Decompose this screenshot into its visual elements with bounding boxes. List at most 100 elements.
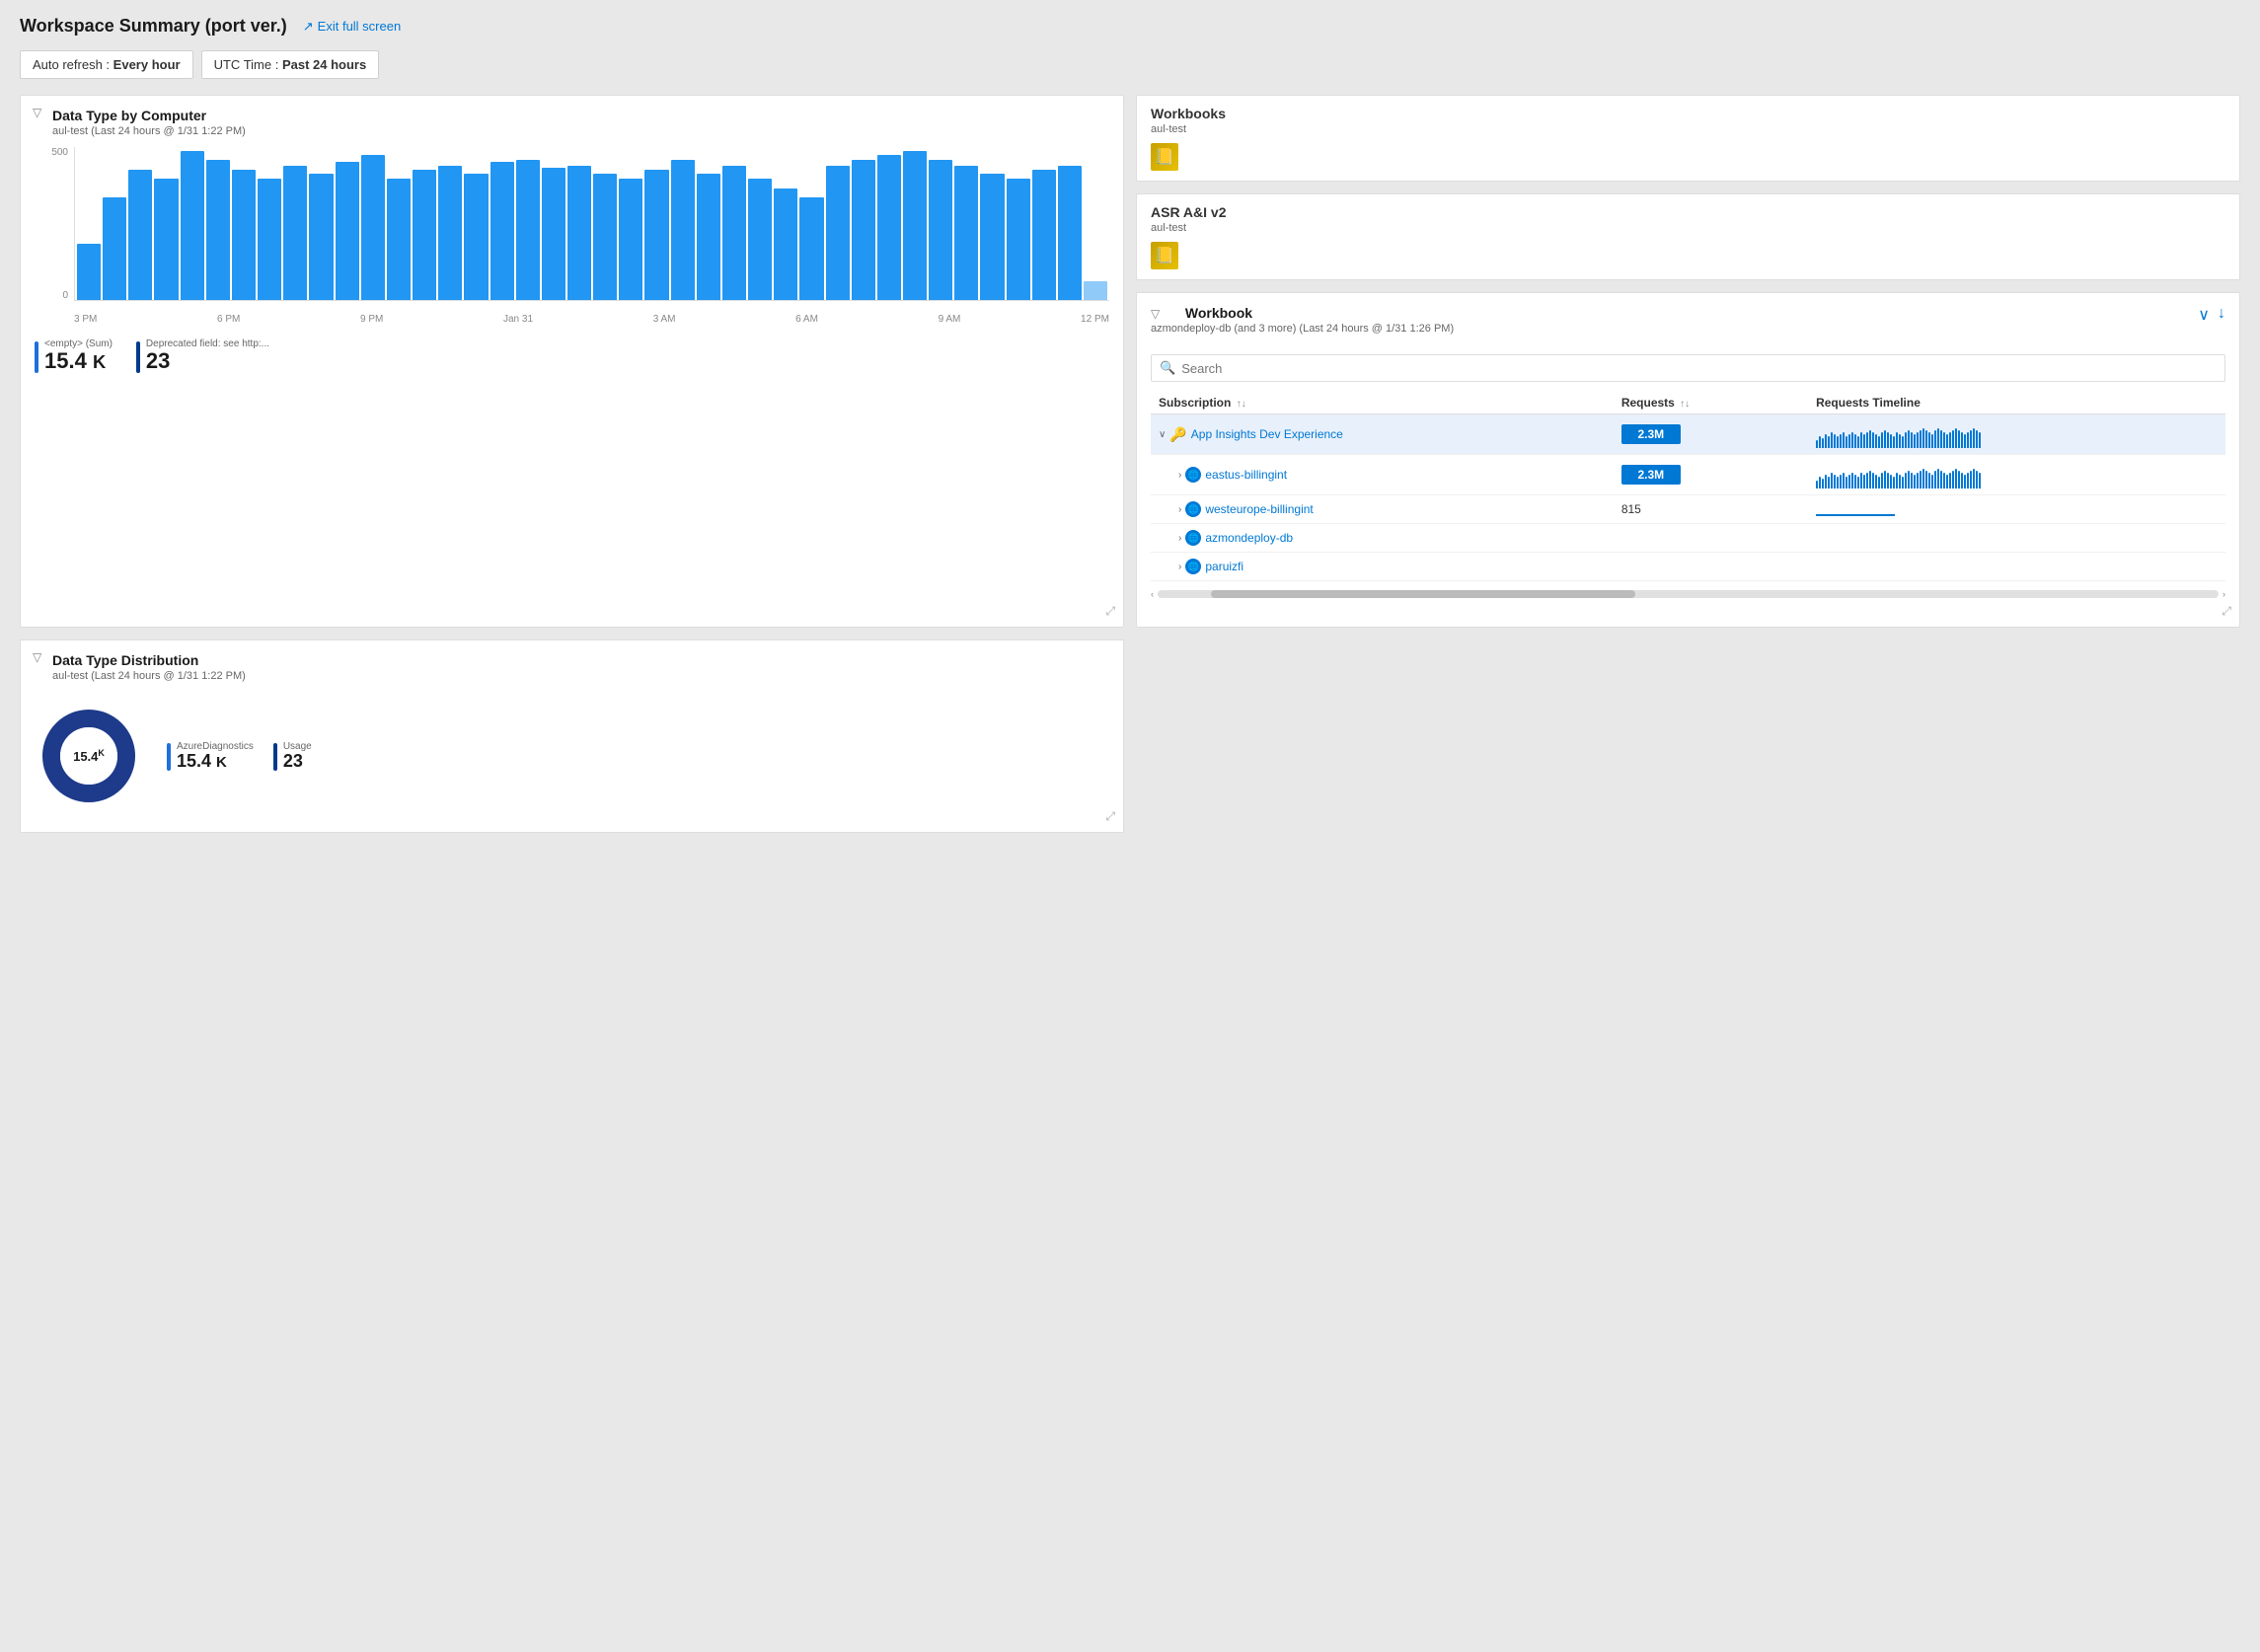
globe-icon: 🌐 xyxy=(1185,501,1201,517)
globe-icon: 🌐 xyxy=(1185,559,1201,574)
bar-0 xyxy=(77,244,101,300)
distribution-corner-icon[interactable]: ⤢ xyxy=(1105,809,1115,824)
globe-icon: 🌐 xyxy=(1185,467,1201,483)
workbook-icon-1[interactable]: 📒 xyxy=(1151,143,1178,171)
data-type-distribution-panel: ▽ Data Type Distribution aul-test (Last … xyxy=(20,639,1124,833)
fullscreen-icon: ↗ xyxy=(303,19,314,35)
panel-title-data-type-computer: Data Type by Computer xyxy=(52,108,1109,123)
exit-fullscreen-button[interactable]: ↗ Exit full screen xyxy=(303,19,401,35)
bar-20 xyxy=(593,174,617,300)
donut-legend-item-1: Usage 23 xyxy=(273,741,312,772)
sub-name[interactable]: eastus-billingint xyxy=(1205,468,1287,482)
workbook-table: Subscription ↑↓ Requests ↑↓ Requests Tim… xyxy=(1151,392,2225,581)
scrollbar-thumb xyxy=(1211,590,1635,598)
requests-cell: 2.3M xyxy=(1614,455,1808,495)
col-requests[interactable]: Requests ↑↓ xyxy=(1614,392,1808,414)
donut-legend: AzureDiagnostics 15.4 K Usage 23 xyxy=(167,741,312,772)
corner-expand-icon[interactable]: ⤢ xyxy=(1105,604,1115,619)
timeline-cell xyxy=(1808,414,2225,455)
expand-icon[interactable]: › xyxy=(1178,533,1181,544)
bar-6 xyxy=(232,170,256,300)
bar-31 xyxy=(877,155,901,300)
bar-33 xyxy=(929,160,952,300)
bar-28 xyxy=(799,197,823,300)
subscription-cell[interactable]: › 🌐 azmondeploy-db xyxy=(1151,524,1614,553)
workbook-table-body: ∨ 🔑 App Insights Dev Experience 2.3M › 🌐… xyxy=(1151,414,2225,581)
sub-name[interactable]: paruizfi xyxy=(1205,560,1243,573)
bar-7 xyxy=(258,179,281,300)
workbook-filter-icon: ▽ xyxy=(1151,307,1160,321)
bar-8 xyxy=(283,166,307,300)
chart-legend: <empty> (Sum) 15.4 K Deprecated field: s… xyxy=(35,333,1109,373)
utc-time-button[interactable]: UTC Time : Past 24 hours xyxy=(201,50,380,79)
filter-icon-dist: ▽ xyxy=(33,650,41,664)
bar-25 xyxy=(722,166,746,300)
legend-color-0 xyxy=(35,341,38,373)
expand-icon[interactable]: › xyxy=(1178,562,1181,572)
bar-23 xyxy=(671,160,695,300)
scroll-right-arrow[interactable]: › xyxy=(2222,589,2225,599)
table-row: › 🌐 azmondeploy-db xyxy=(1151,524,2225,553)
workbooks-title: Workbooks xyxy=(1151,106,2225,121)
bar-24 xyxy=(697,174,720,300)
bar-4 xyxy=(181,151,204,300)
workbook-actions: ∨ ↓ xyxy=(2198,305,2225,325)
asr-subtitle: aul-test xyxy=(1151,222,2225,234)
col-requests-timeline: Requests Timeline xyxy=(1808,392,2225,414)
legend-item-1: Deprecated field: see http:... 23 xyxy=(136,338,269,373)
bar-26 xyxy=(748,179,772,300)
bar-29 xyxy=(826,166,850,300)
bar-19 xyxy=(567,166,591,300)
subscription-cell[interactable]: › 🌐 eastus-billingint xyxy=(1151,455,1614,495)
expand-icon[interactable]: › xyxy=(1178,504,1181,515)
bar-13 xyxy=(413,170,436,300)
timeline-cell xyxy=(1808,455,2225,495)
search-box[interactable]: 🔍 xyxy=(1151,354,2225,382)
requests-cell: 815 xyxy=(1614,495,1808,524)
download-icon[interactable]: ↓ xyxy=(2218,305,2225,325)
workbook-icon-2[interactable]: 📒 xyxy=(1151,242,1178,269)
data-type-by-computer-panel: ▽ Data Type by Computer aul-test (Last 2… xyxy=(20,95,1124,628)
legend-color-1 xyxy=(136,341,140,373)
sub-name[interactable]: azmondeploy-db xyxy=(1205,531,1293,545)
bar-30 xyxy=(852,160,875,300)
search-icon: 🔍 xyxy=(1160,360,1175,376)
requests-cell xyxy=(1614,524,1808,553)
table-row: › 🌐 eastus-billingint 2.3M xyxy=(1151,455,2225,495)
subscription-cell[interactable]: › 🌐 westeurope-billingint xyxy=(1151,495,1614,524)
requests-badge: 2.3M xyxy=(1621,465,1681,485)
col-subscription[interactable]: Subscription ↑↓ xyxy=(1151,392,1614,414)
expand-icon[interactable]: › xyxy=(1178,470,1181,481)
bar-15 xyxy=(464,174,488,300)
sub-name[interactable]: westeurope-billingint xyxy=(1205,502,1313,516)
timeline-cell xyxy=(1808,524,2225,553)
auto-refresh-button[interactable]: Auto refresh : Every hour xyxy=(20,50,193,79)
subscription-cell[interactable]: ∨ 🔑 App Insights Dev Experience xyxy=(1151,414,1614,455)
workbook-corner-icon[interactable]: ⤢ xyxy=(2222,604,2231,619)
bar-chart: 500 0 3 PM 6 PM 9 PM Jan 31 3 AM 6 AM 9 … xyxy=(35,147,1109,325)
workbooks-subtitle: aul-test xyxy=(1151,123,2225,135)
donut-chart: 15.4K xyxy=(35,702,143,810)
horizontal-scrollbar[interactable]: ‹ › xyxy=(1151,587,2225,601)
bar-17 xyxy=(516,160,540,300)
workbook-large-title: Workbook xyxy=(1185,305,1252,321)
scroll-left-arrow[interactable]: ‹ xyxy=(1151,589,1154,599)
table-row: ∨ 🔑 App Insights Dev Experience 2.3M xyxy=(1151,414,2225,455)
table-row: › 🌐 westeurope-billingint 815 xyxy=(1151,495,2225,524)
bar-16 xyxy=(490,162,514,300)
bar-2 xyxy=(128,170,152,300)
distribution-title: Data Type Distribution xyxy=(52,652,1109,668)
workbook-header: ▽ Workbook azmondeploy-db (and 3 more) (… xyxy=(1151,305,2225,344)
expand-icon[interactable]: ∨ xyxy=(1159,429,1166,440)
sub-name[interactable]: App Insights Dev Experience xyxy=(1191,427,1343,441)
bar-35 xyxy=(980,174,1004,300)
collapse-icon[interactable]: ∨ xyxy=(2198,305,2210,325)
bar-21 xyxy=(619,179,642,300)
bar-3 xyxy=(154,179,178,300)
subscription-cell[interactable]: › 🌐 paruizfi xyxy=(1151,553,1614,581)
bar-22 xyxy=(644,170,668,300)
search-input[interactable] xyxy=(1181,361,2217,376)
workbook-large-panel: ▽ Workbook azmondeploy-db (and 3 more) (… xyxy=(1136,292,2240,628)
bar-chart-bars xyxy=(74,147,1109,301)
page-title: Workspace Summary (port ver.) xyxy=(20,16,287,37)
